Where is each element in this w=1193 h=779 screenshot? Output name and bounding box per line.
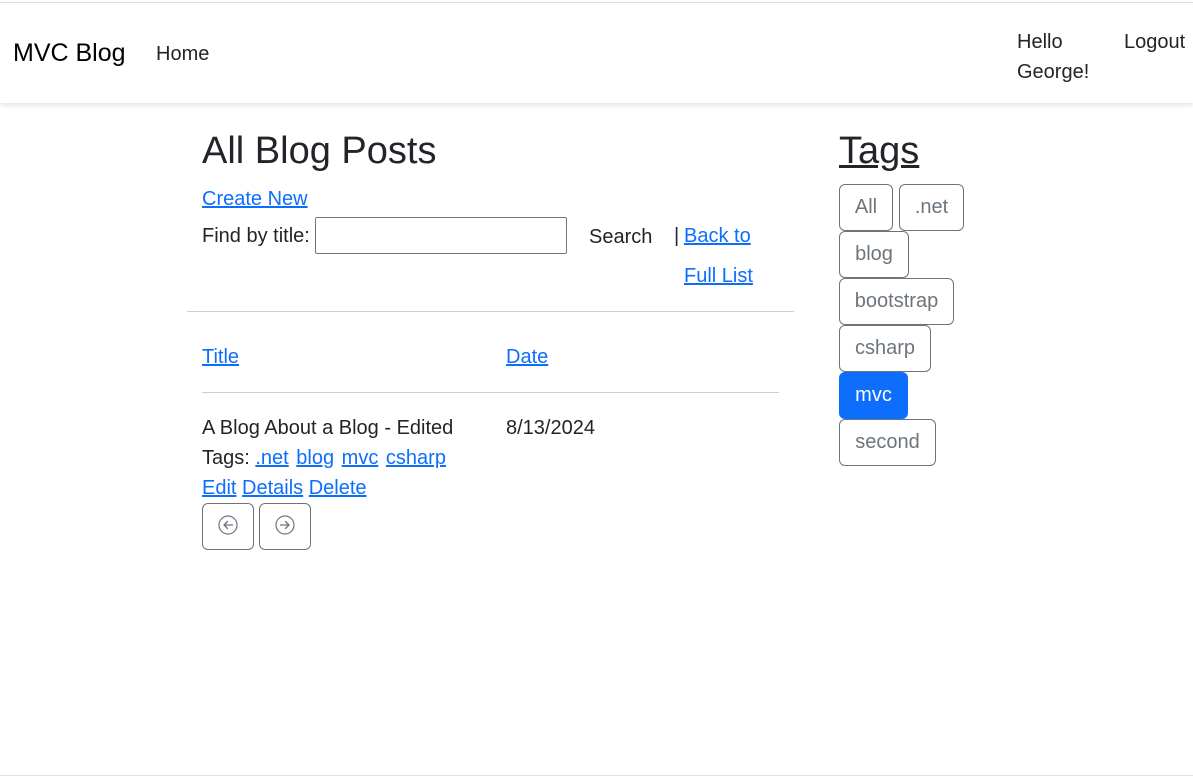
- edit-link[interactable]: Edit: [202, 477, 236, 499]
- tags-heading: Tags: [839, 130, 920, 172]
- nav-home-link[interactable]: Home: [156, 42, 209, 66]
- find-by-title-label: Find by title:: [202, 225, 310, 247]
- previous-page-button[interactable]: [202, 503, 254, 550]
- post-tag-link[interactable]: csharp: [386, 447, 446, 469]
- column-header-title[interactable]: Title: [202, 344, 239, 370]
- tag-button-csharp[interactable]: csharp: [839, 325, 931, 372]
- search-button[interactable]: Search: [589, 224, 652, 250]
- brand-link[interactable]: MVC Blog: [13, 39, 126, 67]
- post-tag-link[interactable]: mvc: [342, 447, 379, 469]
- post-tags: Tags: .net blog mvc csharp: [202, 445, 448, 471]
- page-title: All Blog Posts: [202, 130, 437, 172]
- tag-button-net[interactable]: .net: [899, 184, 964, 231]
- post-tags-label: Tags:: [202, 447, 250, 469]
- create-new-link[interactable]: Create New: [202, 186, 308, 212]
- search-input[interactable]: [315, 217, 567, 254]
- tag-button-bootstrap[interactable]: bootstrap: [839, 278, 954, 325]
- delete-link[interactable]: Delete: [309, 477, 367, 499]
- next-page-button[interactable]: [259, 503, 311, 550]
- separator: |: [674, 225, 680, 247]
- arrow-right-circle-icon: [275, 515, 295, 538]
- navbar: MVC Blog Home Hello George! Logout: [0, 3, 1193, 103]
- table-header-divider: [202, 392, 779, 393]
- back-to-full-list-link[interactable]: Back to Full List: [684, 216, 784, 296]
- details-link[interactable]: Details: [242, 477, 303, 499]
- tag-button-second[interactable]: second: [839, 419, 936, 466]
- post-actions: Edit Details Delete: [202, 475, 367, 501]
- bottom-border: [0, 775, 1193, 776]
- post-tag-link[interactable]: .net: [255, 447, 288, 469]
- tag-button-mvc[interactable]: mvc: [839, 372, 908, 419]
- post-date: 8/13/2024: [506, 417, 595, 439]
- tag-button-all[interactable]: All: [839, 184, 893, 231]
- column-header-date[interactable]: Date: [506, 344, 548, 370]
- post-title: A Blog About a Blog - Edited: [202, 417, 454, 439]
- post-tag-link[interactable]: blog: [296, 447, 334, 469]
- divider: [187, 311, 794, 312]
- arrow-left-circle-icon: [218, 515, 238, 538]
- user-greeting: Hello George!: [1017, 31, 1090, 83]
- logout-link[interactable]: Logout: [1124, 27, 1185, 57]
- tag-button-blog[interactable]: blog: [839, 231, 909, 278]
